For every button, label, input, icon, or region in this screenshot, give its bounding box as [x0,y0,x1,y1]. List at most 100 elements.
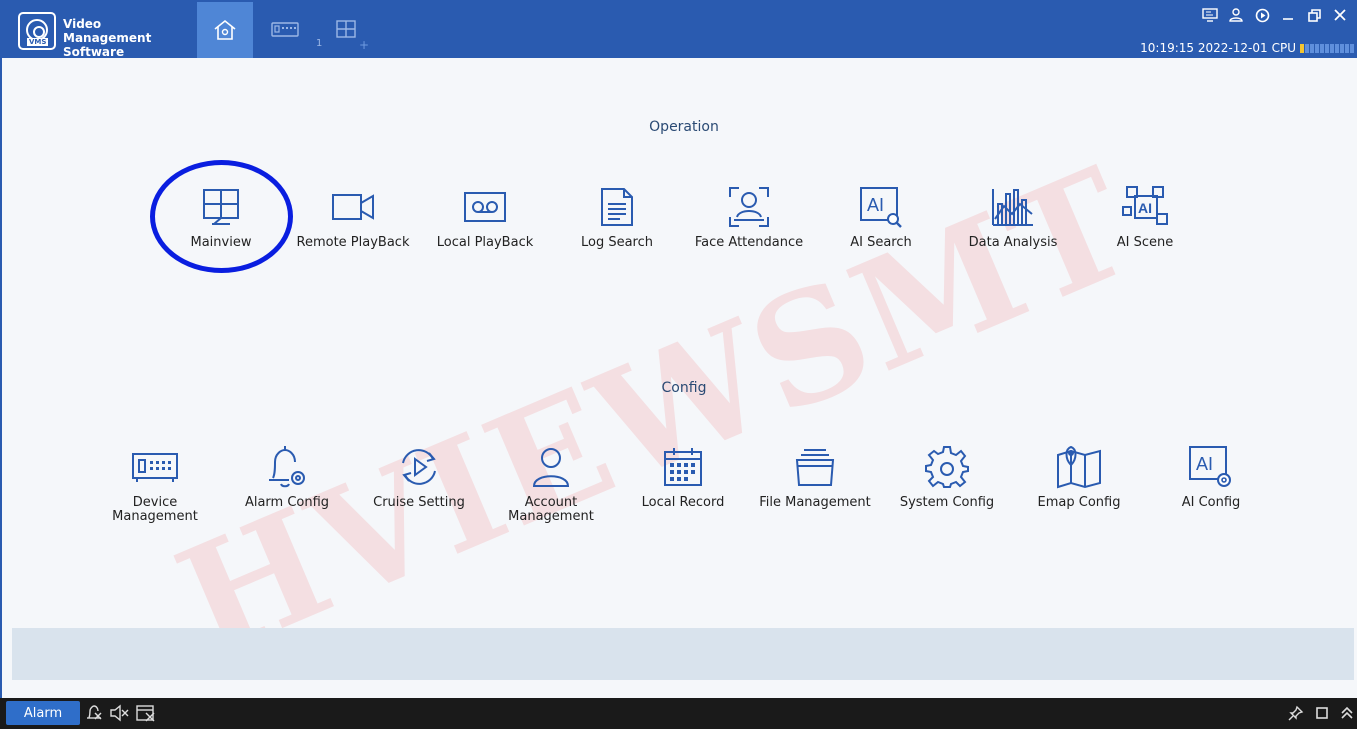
op-tile-remote-playback[interactable]: Remote PlayBack [293,182,413,250]
cpu-segment [1330,43,1334,53]
op-tile-local-playback[interactable]: Local PlayBack [425,182,545,250]
cfg-label: Emap Config [1037,495,1121,510]
op-label: AI Scene [1116,235,1174,250]
op-label: Data Analysis [968,235,1058,250]
cpu-meter [1300,43,1354,53]
cfg-label: Device Management [112,495,198,524]
cpu-segment [1300,43,1304,53]
cpu-segment [1340,43,1344,53]
ai-search-icon: AI [860,187,902,228]
home-icon [214,19,236,40]
clear-alarm-icon[interactable] [136,703,156,723]
status-line: 10:19:15 2022-12-01 CPU [1140,41,1354,55]
window-controls [1201,6,1349,24]
cfg-label: Alarm Config [244,495,330,510]
op-label: Local PlayBack [436,235,534,250]
cpu-label: CPU [1271,41,1296,55]
cpu-segment [1315,43,1319,53]
cfg-tile-account-management[interactable]: Account Management [491,442,611,524]
cfg-tile-local-record[interactable]: Local Record [623,442,743,510]
cpu-segment [1310,43,1314,53]
app-title: Video Management Software [63,17,193,59]
vms-logo: VMS [18,12,56,50]
chart-icon [992,189,1033,226]
tab-home[interactable] [197,2,253,58]
pin-icon[interactable] [1286,703,1306,723]
op-label: Face Attendance [694,235,804,250]
mainview-icon [203,189,239,225]
cfg-tile-ai-config[interactable]: AI AI Config [1151,442,1271,510]
op-tile-data-analysis[interactable]: Data Analysis [953,182,1073,250]
folder-icon [795,449,835,486]
cpu-segment [1325,43,1329,53]
cfg-label: Cruise Setting [373,495,465,510]
bottom-bar: Alarm [0,698,1357,729]
svg-text:AI: AI [867,195,884,215]
cfg-label: Account Management [508,495,594,524]
op-tile-log-search[interactable]: Log Search [557,182,677,250]
alarm-bell-off-icon[interactable] [84,703,104,723]
face-scan-icon [729,187,769,227]
tape-icon [464,192,506,222]
play-circle-icon[interactable] [1253,6,1271,24]
cruise-icon [402,449,436,485]
title-bar: VMS Video Management Software 1 + 10:19:… [0,0,1357,59]
alarm-button[interactable]: Alarm [6,701,80,725]
ai-config-icon: AI [1189,446,1231,487]
op-label: Mainview [190,235,252,250]
tab-device[interactable] [257,2,313,58]
calendar-icon [664,448,702,486]
ai-scene-icon: AI [1122,186,1168,225]
grid-view-icon [336,20,356,38]
cfg-tile-device-management[interactable]: Device Management [95,442,215,524]
camera-icon [332,194,374,220]
cpu-segment [1335,43,1339,53]
cfg-tile-alarm-config[interactable]: Alarm Config [227,442,347,510]
close-icon[interactable] [1331,6,1349,24]
cfg-label: AI Config [1181,495,1241,510]
cpu-segment [1320,43,1324,53]
cfg-tile-system-config[interactable]: System Config [887,442,1007,510]
monitor-icon[interactable] [1201,6,1219,24]
cfg-label: Local Record [641,495,725,510]
cfg-tile-file-management[interactable]: File Management [755,442,875,510]
cpu-segment [1345,43,1349,53]
tab-view-number: 1 [316,38,323,49]
operation-section-title: Operation [649,119,719,135]
op-label: Remote PlayBack [296,235,410,250]
window-left-border [0,58,2,698]
app-title-line2: Software [63,45,125,59]
app-title-line1: Video Management [63,17,152,45]
gear-icon [925,446,969,488]
minimize-icon[interactable] [1279,6,1297,24]
cfg-tile-emap-config[interactable]: Emap Config [1019,442,1139,510]
user-icon [532,448,570,487]
datetime: 10:19:15 2022-12-01 [1140,41,1268,55]
bell-gear-icon [269,446,305,488]
cpu-segment [1305,43,1309,53]
config-section-title: Config [661,380,707,396]
op-label: Log Search [580,235,653,250]
document-icon [601,188,633,226]
op-tile-face-attendance[interactable]: Face Attendance [689,182,809,250]
cpu-segment [1350,43,1354,53]
watermark-layer: HVIEWSMT [0,58,1357,698]
svg-text:AI: AI [1138,200,1152,216]
cfg-label: System Config [899,495,995,510]
add-tab-button[interactable]: + [359,38,369,52]
op-tile-ai-scene[interactable]: AI AI Scene [1085,182,1205,250]
user-account-icon[interactable] [1227,6,1245,24]
device-tab-icon [271,22,299,37]
restore-icon[interactable] [1305,6,1323,24]
svg-text:AI: AI [1196,454,1213,474]
op-label: AI Search [850,235,912,250]
op-tile-mainview[interactable]: Mainview [161,182,281,250]
maximize-panel-icon[interactable] [1312,703,1332,723]
cfg-tile-cruise-setting[interactable]: Cruise Setting [359,442,479,510]
logo-text: VMS [27,38,49,46]
mute-icon[interactable] [109,703,129,723]
map-icon [1057,445,1101,489]
op-tile-ai-search[interactable]: AI AI Search [821,182,941,250]
info-panel [12,628,1354,680]
expand-up-icon[interactable] [1337,703,1357,723]
